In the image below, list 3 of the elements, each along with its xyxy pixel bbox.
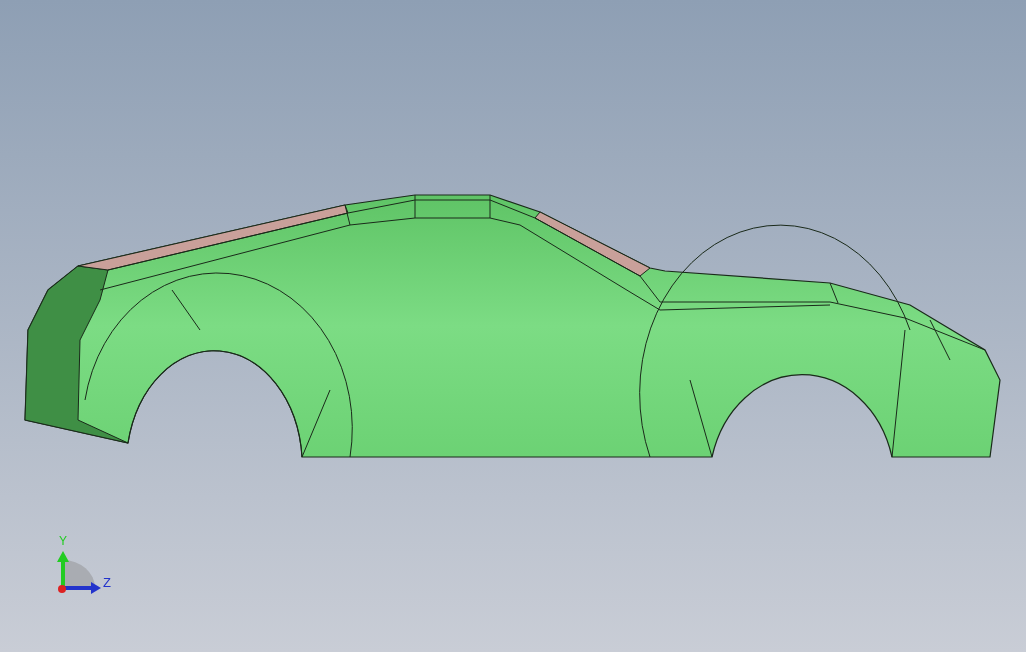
- axis-label: Y: [59, 534, 67, 548]
- axis-triad-drawing: [57, 551, 101, 594]
- axis-label: Z: [103, 575, 111, 590]
